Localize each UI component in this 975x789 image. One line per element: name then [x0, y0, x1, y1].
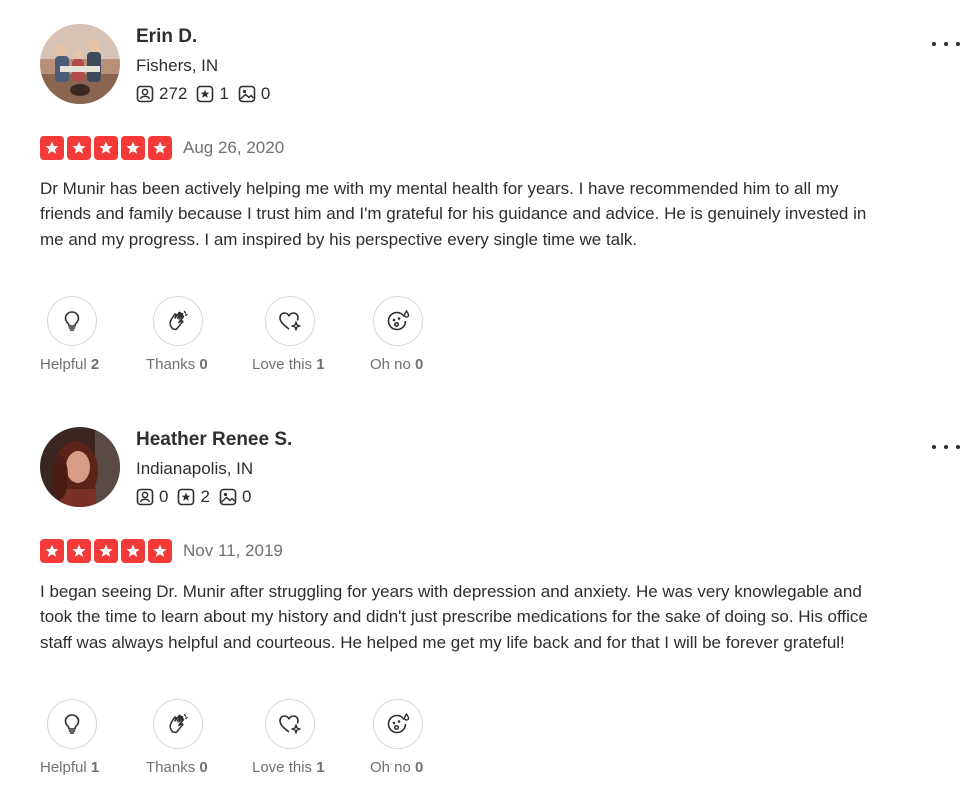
love-this-text: Love this — [252, 759, 313, 776]
reviews-count: 2 — [200, 487, 210, 506]
photo-icon — [219, 488, 237, 506]
helpful-label: Helpful 2 — [40, 356, 99, 373]
heart-sparkle-icon — [279, 312, 301, 331]
friends-count: 0 — [159, 487, 169, 506]
more-options-icon[interactable] — [930, 34, 962, 54]
oh-no-text: Oh no — [370, 759, 411, 776]
friends-count: 272 — [159, 84, 188, 103]
photos-stat: 0 — [238, 84, 270, 104]
review-star-icon — [197, 85, 214, 103]
star-icon — [148, 539, 172, 563]
review-text: Dr Munir has been actively helping me wi… — [40, 179, 867, 249]
oh-no-count: 0 — [415, 356, 424, 373]
love-this-label: Love this 1 — [252, 356, 325, 373]
friends-stat: 272 — [136, 84, 187, 104]
friends-icon — [136, 85, 154, 103]
photos-stat: 0 — [219, 487, 251, 507]
reviews-stat: 1 — [196, 84, 229, 104]
star-icon — [40, 539, 64, 563]
star-icon — [121, 539, 145, 563]
star-icon — [94, 136, 118, 160]
oh-no-count: 0 — [415, 759, 424, 776]
thanks-count: 0 — [199, 759, 208, 776]
helpful-count: 1 — [90, 759, 100, 776]
oh-no-label: Oh no 0 — [370, 759, 423, 776]
thanks-label: Thanks 0 — [146, 759, 208, 776]
thanks-count: 0 — [199, 356, 208, 373]
sad-face-icon — [387, 309, 410, 331]
reviewer-stats: 272 1 0 — [136, 84, 279, 104]
photos-count: 0 — [241, 487, 252, 506]
photo-icon — [238, 85, 256, 103]
friends-icon — [136, 488, 154, 506]
heart-sparkle-icon — [279, 715, 301, 734]
reaction-bar: Helpful 2 Thanks 0 Love this 1 Oh no 0 — [40, 296, 460, 386]
love-this-count: 1 — [316, 356, 325, 373]
love-this-label: Love this 1 — [252, 759, 325, 776]
oh-no-button[interactable] — [373, 699, 423, 749]
reviewer-stats: 0 2 0 — [136, 487, 260, 507]
star-rating — [40, 539, 175, 563]
thanks-label: Thanks 0 — [146, 356, 208, 373]
rating-row: Aug 26, 2020 — [40, 136, 284, 160]
helpful-text: Helpful — [40, 356, 87, 373]
thanks-button[interactable] — [153, 699, 203, 749]
reaction-bar: Helpful 1 Thanks 0 Love this 1 Oh no 0 — [40, 699, 460, 789]
star-icon — [121, 136, 145, 160]
review-star-icon — [178, 488, 195, 506]
star-icon — [67, 539, 91, 563]
love-this-count: 1 — [316, 759, 325, 776]
star-icon — [40, 136, 64, 160]
reviews-stat: 2 — [177, 487, 210, 507]
helpful-button[interactable] — [47, 296, 97, 346]
love-this-button[interactable] — [265, 699, 315, 749]
lightbulb-icon — [64, 714, 80, 734]
star-rating — [40, 136, 175, 160]
friends-stat: 0 — [136, 487, 168, 507]
reviewer-location: Indianapolis, IN — [136, 459, 254, 478]
star-icon — [94, 539, 118, 563]
review-date: Aug 26, 2020 — [183, 138, 285, 157]
star-icon — [67, 136, 91, 160]
reviewer-name[interactable]: Erin D. — [136, 26, 197, 48]
helpful-text: Helpful — [40, 759, 87, 776]
avatar[interactable] — [40, 24, 120, 104]
lightbulb-icon — [64, 311, 80, 331]
thanks-text: Thanks — [146, 356, 196, 373]
clapping-hands-icon — [169, 310, 188, 331]
oh-no-button[interactable] — [373, 296, 423, 346]
more-options-icon[interactable] — [930, 437, 962, 457]
reviews-count: 1 — [219, 84, 229, 103]
oh-no-label: Oh no 0 — [370, 356, 423, 373]
clapping-hands-icon — [169, 713, 188, 734]
love-this-text: Love this — [252, 356, 313, 373]
star-icon — [148, 136, 172, 160]
oh-no-text: Oh no — [370, 356, 411, 373]
photos-count: 0 — [260, 84, 271, 103]
review-text: I began seeing Dr. Munir after strugglin… — [40, 582, 868, 652]
rating-row: Nov 11, 2019 — [40, 539, 283, 563]
reviewer-name[interactable]: Heather Renee S. — [136, 429, 292, 451]
helpful-button[interactable] — [47, 699, 97, 749]
love-this-button[interactable] — [265, 296, 315, 346]
helpful-count: 2 — [90, 356, 100, 373]
avatar[interactable] — [40, 427, 120, 507]
review-date: Nov 11, 2019 — [183, 541, 283, 560]
helpful-label: Helpful 1 — [40, 759, 99, 776]
thanks-text: Thanks — [146, 759, 196, 776]
reviewer-location: Fishers, IN — [136, 56, 219, 75]
thanks-button[interactable] — [153, 296, 203, 346]
sad-face-icon — [387, 712, 410, 734]
